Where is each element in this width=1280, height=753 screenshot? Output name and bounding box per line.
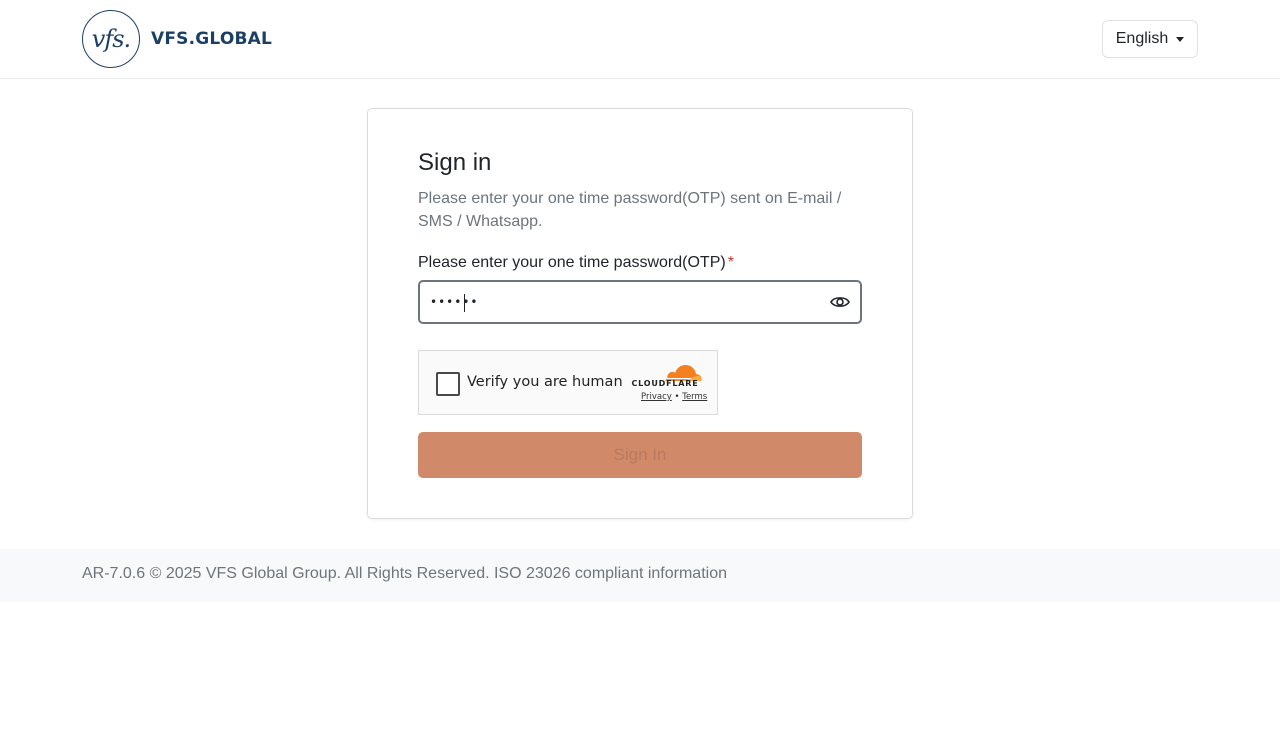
footer-text: AR-7.0.6 © 2025 VFS Global Group. All Ri…: [82, 565, 727, 582]
human-verify-checkbox[interactable]: [436, 372, 460, 396]
otp-input[interactable]: [430, 282, 810, 322]
page-title: Sign in: [418, 149, 492, 176]
signin-card: Sign in Please enter your one time passw…: [367, 108, 913, 519]
captcha-label: Verify you are human: [467, 374, 623, 390]
captcha-links: Privacy • Terms: [641, 392, 707, 402]
terms-link[interactable]: Terms: [682, 392, 707, 402]
otp-field[interactable]: [418, 280, 862, 324]
vfs-logo[interactable]: vfs. VFS.GLOBAL: [82, 10, 272, 68]
site-footer: AR-7.0.6 © 2025 VFS Global Group. All Ri…: [0, 549, 1280, 602]
required-marker: *: [727, 254, 734, 271]
privacy-link[interactable]: Privacy: [641, 392, 672, 402]
language-label: English: [1115, 30, 1169, 47]
site-header: vfs. VFS.GLOBAL English: [0, 0, 1280, 79]
text-cursor: [464, 294, 465, 312]
signin-button[interactable]: Sign In: [418, 432, 862, 478]
cloudflare-captcha: Verify you are human CLOUDFLARE Privacy …: [418, 350, 718, 415]
link-separator: •: [674, 392, 680, 402]
otp-instructions: Please enter your one time password(OTP)…: [418, 190, 842, 230]
cloudflare-wordmark: CLOUDFLARE: [631, 379, 699, 388]
otp-field-label: Please enter your one time password(OTP)…: [418, 254, 734, 272]
logo-mark: vfs.: [82, 10, 140, 68]
otp-label-text: Please enter your one time password(OTP): [418, 254, 726, 271]
eye-icon[interactable]: [830, 293, 850, 311]
language-dropdown[interactable]: English: [1102, 20, 1198, 58]
caret-down-icon: [1176, 36, 1185, 42]
logo-text: VFS.GLOBAL: [151, 29, 273, 49]
